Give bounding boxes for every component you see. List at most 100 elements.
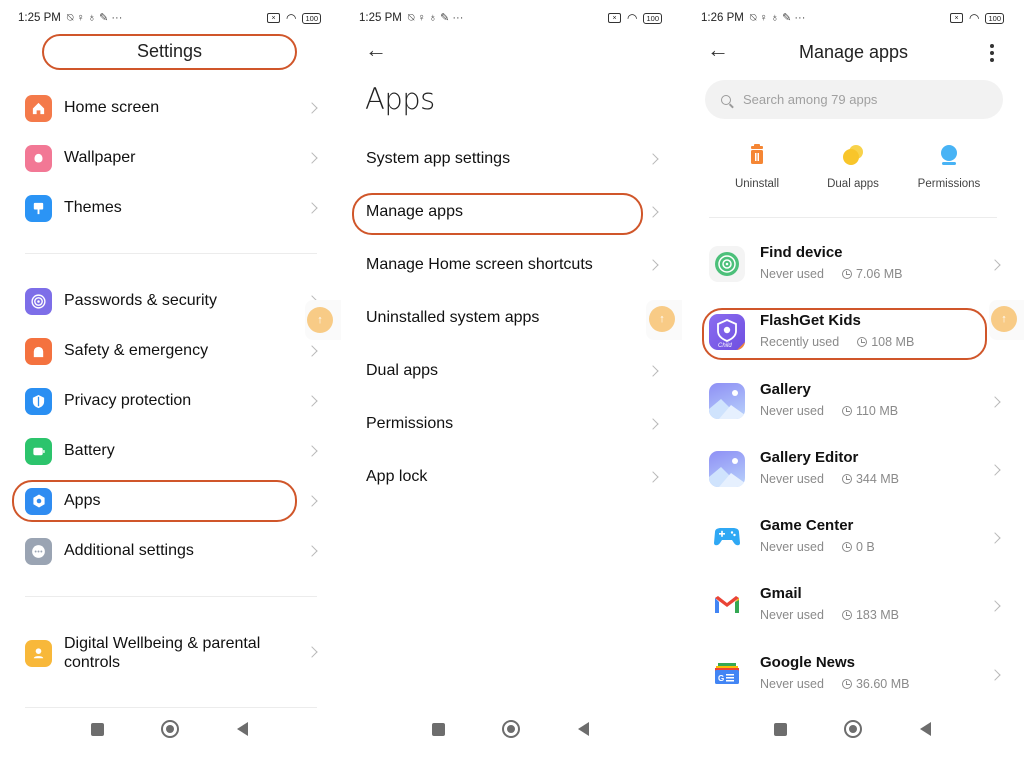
app-row-find-device[interactable]: Find device Never used 7.06 MB — [683, 233, 1024, 299]
clock-icon — [841, 679, 852, 689]
brush-icon — [25, 194, 52, 222]
person-icon — [25, 639, 52, 667]
no-sim-icon: × — [267, 13, 280, 23]
floating-assist-button[interactable]: ↑ — [649, 306, 675, 332]
chevron-right-icon — [989, 600, 1001, 612]
quick-action-dual-apps[interactable]: Dual apps — [803, 142, 903, 190]
app-size: 110 MB — [855, 404, 899, 418]
quick-action-label: Uninstall — [734, 178, 780, 190]
battery-indicator: 100 — [985, 12, 1004, 24]
settings-item-label: Battery — [64, 442, 115, 459]
settings-item-home-screen[interactable]: Home screen — [0, 86, 341, 130]
app-name: Gmail — [760, 585, 802, 602]
chevron-right-icon — [989, 396, 1001, 408]
quick-action-permissions[interactable]: Permissions — [899, 142, 999, 190]
apps-item-label: Manage Home screen shortcuts — [366, 256, 593, 273]
apps-item-dual-apps[interactable]: Dual apps — [341, 350, 682, 394]
floating-assist-button[interactable]: ↑ — [307, 307, 333, 333]
status-bar: 1:25 PM ⍉ ♀ ♁ ✎ ··· × ◠ 100 — [18, 10, 321, 26]
app-usage: Never used — [760, 267, 824, 281]
dual-circles-icon — [840, 142, 866, 168]
apps-item-label: Permissions — [366, 415, 454, 432]
app-row-google-news[interactable]: G Google News Never used 36.60 MB — [683, 643, 1024, 709]
app-name: Gallery — [760, 381, 811, 398]
app-size: 183 MB — [855, 608, 900, 622]
app-meta: Never used 36.60 MB — [760, 677, 909, 691]
recents-button[interactable] — [91, 723, 104, 736]
back-button[interactable] — [920, 722, 931, 736]
app-size: 7.06 MB — [855, 267, 903, 281]
apps-item-label: Dual apps — [366, 362, 439, 379]
notification-icons: ⍉ ♀ ♁ ✎ ··· — [407, 12, 464, 24]
apps-item-manage-home-screen-shortcuts[interactable]: Manage Home screen shortcuts — [341, 244, 682, 288]
home-button[interactable] — [844, 720, 862, 738]
settings-item-label: Safety & emergency — [64, 342, 209, 359]
clock-icon — [841, 542, 852, 552]
home-icon — [25, 94, 52, 122]
back-button[interactable] — [578, 722, 589, 736]
navigation-bar — [683, 709, 1024, 759]
chevron-right-icon — [306, 646, 318, 658]
chevron-right-icon — [647, 153, 659, 165]
app-usage: Never used — [760, 608, 824, 622]
trash-icon — [744, 142, 770, 168]
chevron-right-icon — [306, 102, 318, 114]
recents-button[interactable] — [432, 723, 445, 736]
chevron-right-icon — [306, 345, 318, 357]
navigation-bar — [341, 709, 682, 759]
chevron-right-icon — [989, 669, 1001, 681]
app-usage: Never used — [760, 677, 824, 691]
app-meta: Never used 7.06 MB — [760, 267, 903, 281]
app-row-gallery-editor[interactable]: Gallery Editor Never used 344 MB — [683, 438, 1024, 504]
recents-button[interactable] — [774, 723, 787, 736]
settings-item-wallpaper[interactable]: Wallpaper — [0, 136, 341, 180]
apps-item-system-app-settings[interactable]: System app settings — [341, 138, 682, 182]
app-name: Find device — [760, 244, 843, 261]
chevron-right-icon — [306, 152, 318, 164]
settings-item-label: Themes — [64, 199, 122, 216]
search-bar[interactable] — [705, 80, 1003, 119]
settings-item-safety-emergency[interactable]: Safety & emergency — [0, 329, 341, 373]
navigation-bar — [0, 709, 341, 759]
apps-item-app-lock[interactable]: App lock — [341, 456, 682, 500]
app-meta: Never used 183 MB — [760, 608, 899, 622]
more-options-icon[interactable] — [990, 44, 994, 62]
search-input[interactable] — [743, 92, 983, 107]
chevron-right-icon — [989, 259, 1001, 271]
app-name: Google News — [760, 654, 856, 671]
home-button[interactable] — [161, 720, 179, 738]
app-size: 36.60 MB — [855, 677, 910, 691]
app-row-game-center[interactable]: Game Center Never used 0 B — [683, 506, 1024, 572]
settings-item-passwords-security[interactable]: Passwords & security — [0, 279, 341, 323]
clock-icon — [841, 269, 852, 279]
back-button[interactable] — [237, 722, 248, 736]
quick-action-label: Dual apps — [827, 178, 879, 190]
settings-item-privacy-protection[interactable]: Privacy protection — [0, 379, 341, 423]
settings-item-battery[interactable]: Battery — [0, 429, 341, 473]
permissions-icon — [936, 142, 962, 168]
settings-item-additional-settings[interactable]: Additional settings — [0, 529, 341, 573]
status-time: 1:25 PM — [18, 12, 61, 24]
annotation-highlight-apps — [12, 480, 297, 522]
annotation-highlight-flashget-kids — [702, 308, 987, 360]
gallery-icon — [709, 383, 745, 419]
apps-item-uninstalled-system-apps[interactable]: Uninstalled system apps — [341, 297, 682, 341]
floating-assist-button[interactable]: ↑ — [991, 306, 1017, 332]
clock-icon — [841, 610, 852, 620]
settings-item-digital-wellbeing[interactable]: Digital Wellbeing & parental controls — [0, 630, 341, 676]
search-icon — [721, 94, 731, 105]
divider — [709, 217, 997, 218]
settings-item-themes[interactable]: Themes — [0, 186, 341, 230]
apps-item-permissions[interactable]: Permissions — [341, 403, 682, 447]
quick-action-uninstall[interactable]: Uninstall — [707, 142, 807, 190]
app-meta: Never used 0 B — [760, 540, 875, 554]
app-size: 0 B — [855, 540, 875, 554]
gmail-icon — [709, 587, 745, 623]
back-arrow-icon[interactable]: ← — [365, 37, 387, 63]
battery-icon — [25, 437, 52, 465]
settings-screen: 1:25 PM ⍉ ♀ ♁ ✎ ··· × ◠ 100 Settings Hom… — [0, 0, 341, 759]
app-row-gmail[interactable]: Gmail Never used 183 MB — [683, 574, 1024, 640]
app-row-gallery[interactable]: Gallery Never used 110 MB — [683, 370, 1024, 436]
home-button[interactable] — [502, 720, 520, 738]
gamepad-icon — [709, 519, 745, 555]
